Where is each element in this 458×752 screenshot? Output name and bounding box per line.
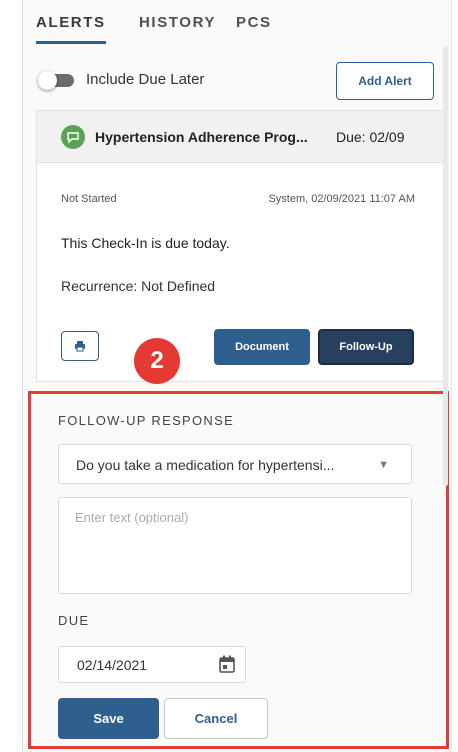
scrollbar[interactable] <box>443 46 448 486</box>
toggle-knob <box>38 71 57 90</box>
alert-card-header: Hypertension Adherence Prog... Due: 02/0… <box>37 111 443 163</box>
document-button[interactable]: Document <box>214 329 310 365</box>
cancel-button[interactable]: Cancel <box>164 698 268 739</box>
alert-card: Hypertension Adherence Prog... Due: 02/0… <box>36 110 444 382</box>
chevron-down-icon: ▼ <box>378 459 389 471</box>
tab-history[interactable]: HISTORY <box>139 14 216 41</box>
add-alert-button[interactable]: Add Alert <box>336 62 434 100</box>
include-due-later-label: Include Due Later <box>86 71 205 88</box>
follow-up-response-heading: FOLLOW-UP RESPONSE <box>58 413 235 428</box>
program-icon <box>61 125 85 149</box>
follow-up-text-input[interactable] <box>58 497 412 594</box>
due-date-field[interactable]: 02/14/2021 <box>58 646 246 683</box>
step-number-badge: 2 <box>134 338 180 384</box>
selected-question: Do you take a medication for hypertensi.… <box>76 457 335 473</box>
alert-message: This Check-In is due today. <box>61 235 230 251</box>
print-button[interactable] <box>61 331 99 361</box>
due-label: DUE <box>58 613 90 628</box>
print-icon <box>75 341 85 352</box>
follow-up-button[interactable]: Follow-Up <box>318 329 414 365</box>
calendar-icon[interactable] <box>219 655 235 673</box>
follow-up-question-select[interactable]: Do you take a medication for hypertensi.… <box>58 444 412 484</box>
alert-due-date: Due: 02/09 <box>336 129 405 145</box>
save-button[interactable]: Save <box>58 698 159 739</box>
tab-alerts[interactable]: ALERTS <box>36 14 106 44</box>
alert-recurrence: Recurrence: Not Defined <box>61 278 216 294</box>
tab-pcs[interactable]: PCS <box>236 14 272 41</box>
alert-status: Not Started <box>61 193 117 205</box>
include-due-later-toggle[interactable] <box>38 71 76 90</box>
program-title[interactable]: Hypertension Adherence Prog... <box>95 129 308 145</box>
alert-meta: System, 02/09/2021 11:07 AM <box>268 193 415 205</box>
due-date-value: 02/14/2021 <box>77 657 148 673</box>
chat-icon <box>67 132 79 144</box>
